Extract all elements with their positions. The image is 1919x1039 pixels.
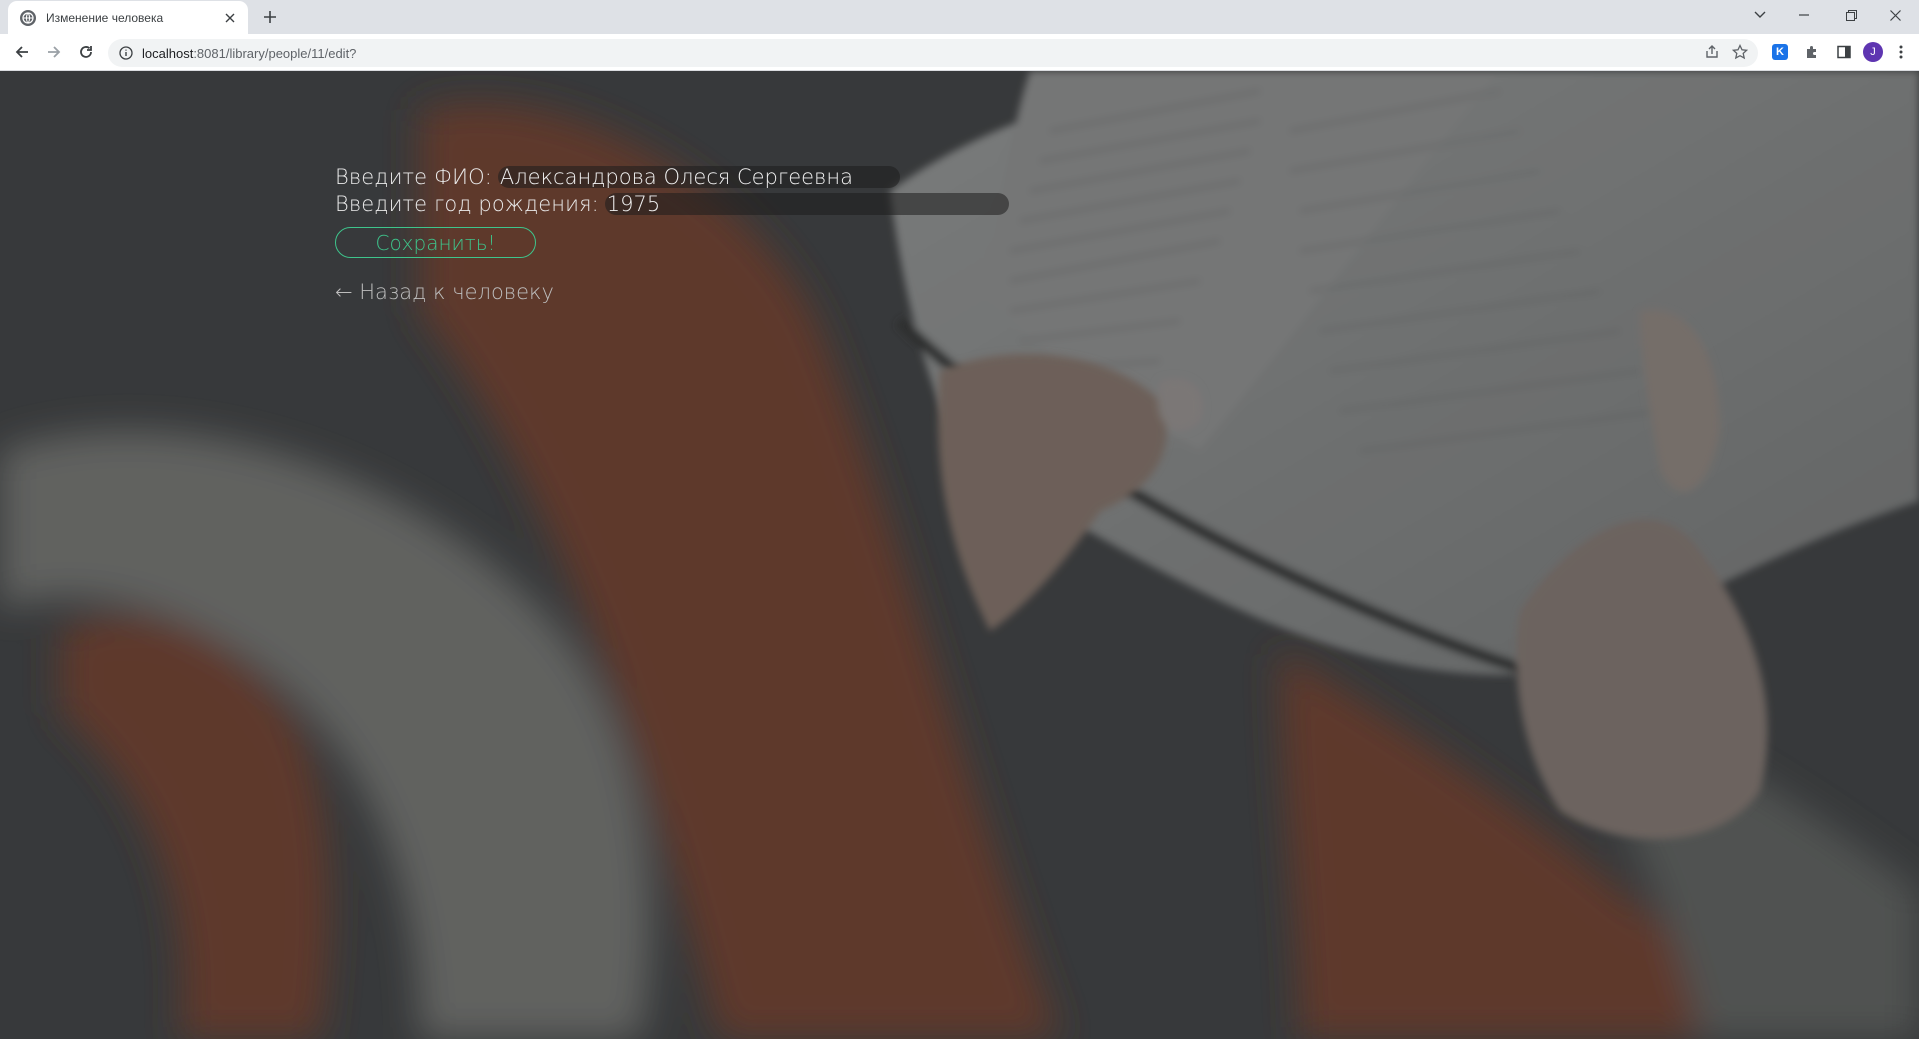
new-tab-button[interactable]	[258, 5, 282, 29]
fio-row: Введите ФИО:	[335, 163, 1009, 190]
url-text[interactable]: localhost:8081/library/people/11/edit?	[142, 46, 356, 61]
save-button[interactable]: Сохранить!	[335, 227, 536, 258]
extension-k-icon[interactable]: K	[1766, 38, 1794, 66]
menu-kebab-icon[interactable]	[1887, 38, 1915, 66]
fio-input[interactable]	[497, 165, 900, 188]
site-info-icon[interactable]	[118, 45, 134, 61]
url-host: localhost	[142, 45, 194, 61]
restore-button[interactable]	[1829, 0, 1873, 30]
edit-person-form: Введите ФИО: Введите год рождения: Сохра…	[335, 163, 1009, 304]
close-window-button[interactable]	[1873, 0, 1917, 30]
year-label: Введите год рождения:	[335, 191, 599, 216]
reload-icon[interactable]	[72, 38, 100, 66]
back-to-person-link[interactable]: ← Назад к человеку	[335, 280, 1009, 304]
page-viewport: Введите ФИО: Введите год рождения: Сохра…	[0, 71, 1919, 1039]
back-arrow-icon[interactable]	[8, 38, 36, 66]
globe-icon	[20, 9, 36, 26]
year-row: Введите год рождения:	[335, 190, 1009, 217]
side-panel-icon[interactable]	[1830, 38, 1858, 66]
address-bar[interactable]: localhost:8081/library/people/11/edit?	[108, 39, 1758, 67]
url-path: :8081/library/people/11/edit?	[193, 45, 357, 61]
bookmark-star-icon[interactable]	[1731, 43, 1749, 64]
forward-arrow-icon[interactable]	[40, 38, 68, 66]
browser-toolbar: localhost:8081/library/people/11/edit? K…	[0, 34, 1919, 71]
active-tab[interactable]: Изменение человека	[8, 1, 248, 34]
birth-year-input[interactable]	[604, 192, 1009, 215]
close-icon[interactable]	[222, 10, 238, 26]
minimize-button[interactable]	[1782, 0, 1826, 30]
share-icon[interactable]	[1704, 44, 1720, 64]
fio-label: Введите ФИО:	[335, 164, 492, 189]
profile-avatar[interactable]: J	[1859, 38, 1887, 66]
tab-strip: Изменение человека	[0, 0, 1919, 34]
tab-title: Изменение человека	[46, 10, 164, 25]
tab-search-button[interactable]	[1738, 0, 1782, 30]
extensions-puzzle-icon[interactable]	[1798, 38, 1826, 66]
